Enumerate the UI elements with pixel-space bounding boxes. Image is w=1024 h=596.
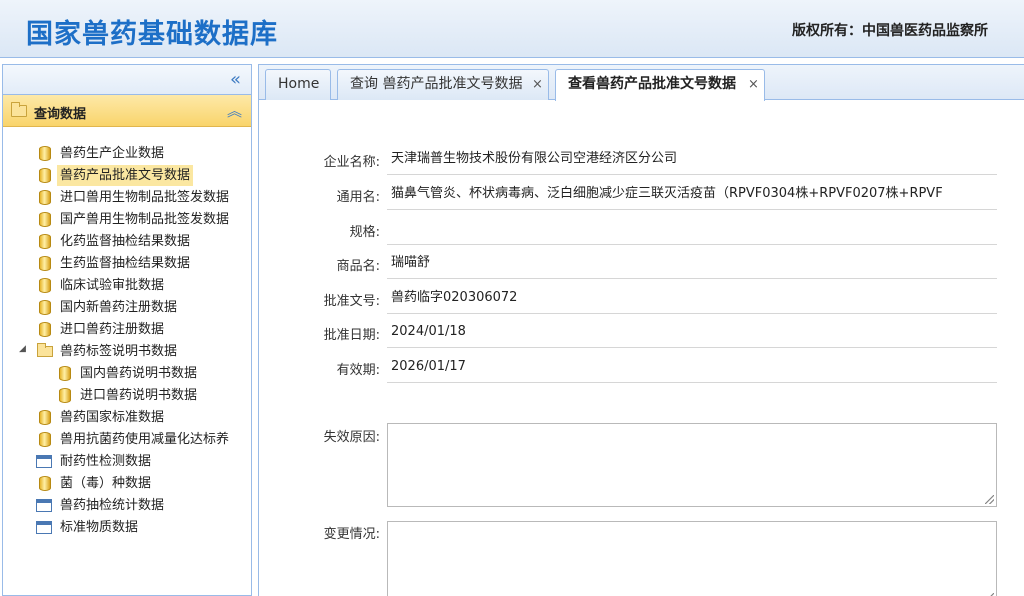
- sidebar: « 查询数据 ︽ 兽药生产企业数据兽药产品批准文号数据进口兽用生物制品批签发数据…: [2, 64, 252, 596]
- sidebar-item[interactable]: 进口兽用生物制品批签发数据: [3, 187, 251, 208]
- database-icon: [39, 190, 51, 205]
- field-value: 瑞喵舒: [387, 253, 997, 279]
- database-icon: [39, 476, 51, 491]
- form-icon: [36, 455, 52, 468]
- sidebar-item-label: 化药监督抽检结果数据: [60, 234, 191, 249]
- database-icon: [59, 388, 71, 403]
- sidebar-item[interactable]: 进口兽药说明书数据: [3, 385, 251, 406]
- sidebar-item-label: 兽药生产企业数据: [60, 146, 165, 161]
- sidebar-item[interactable]: 兽药产品批准文号数据: [3, 165, 251, 186]
- main-content: Home 查询 兽药产品批准文号数据 × 查看兽药产品批准文号数据 × 失效原因: 变更…: [258, 64, 1024, 596]
- folder-open-icon: [11, 102, 27, 117]
- database-icon: [39, 278, 51, 293]
- app-title: 国家兽药基础数据库: [26, 19, 278, 50]
- folder-icon: [37, 343, 53, 357]
- sidebar-item[interactable]: 生药监督抽检结果数据: [3, 253, 251, 274]
- sidebar-item-label: 进口兽药注册数据: [60, 322, 165, 337]
- database-icon: [59, 366, 71, 381]
- sidebar-item-label: 兽药标签说明书数据: [60, 344, 178, 359]
- sidebar-collapse-bar: «: [3, 65, 251, 95]
- tab-label: Home: [278, 76, 320, 92]
- field-value: 猫鼻气管炎、杯状病毒病、泛白细胞减少症三联灭活疫苗（RPVF0304株+RPVF…: [387, 184, 997, 210]
- sidebar-item[interactable]: 国产兽用生物制品批签发数据: [3, 209, 251, 230]
- section-title: 查询数据: [34, 107, 87, 122]
- sidebar-item-label: 进口兽药说明书数据: [80, 388, 198, 403]
- close-icon[interactable]: ×: [532, 70, 543, 99]
- sidebar-item-label: 兽用抗菌药使用减量化达标养: [60, 432, 230, 447]
- database-icon: [39, 234, 51, 249]
- tab-strip: Home 查询 兽药产品批准文号数据 × 查看兽药产品批准文号数据 ×: [259, 65, 1024, 101]
- invalid-reason-label: 失效原因:: [323, 430, 380, 445]
- sidebar-item-label: 进口兽用生物制品批签发数据: [60, 190, 230, 205]
- database-icon: [39, 256, 51, 271]
- app-header: 国家兽药基础数据库 版权所有：中国兽医药品监察所: [0, 0, 1024, 58]
- resize-grip-icon[interactable]: [985, 495, 994, 504]
- database-icon: [39, 212, 51, 227]
- tab[interactable]: Home: [265, 69, 331, 100]
- sidebar-item-label: 国内新兽药注册数据: [60, 300, 178, 315]
- sidebar-item-label: 兽药产品批准文号数据: [57, 165, 194, 186]
- sidebar-item[interactable]: 兽药抽检统计数据: [3, 495, 251, 516]
- field-label: 通用名:: [336, 190, 380, 205]
- tab[interactable]: 查询 兽药产品批准文号数据 ×: [337, 69, 549, 100]
- database-icon: [39, 168, 51, 183]
- tab-label: 查看兽药产品批准文号数据: [568, 76, 736, 92]
- database-icon: [39, 300, 51, 315]
- collapse-sidebar-icon[interactable]: «: [230, 69, 241, 90]
- expand-arrow-icon[interactable]: ◢: [19, 344, 26, 354]
- sidebar-item[interactable]: 兽药生产企业数据: [3, 143, 251, 164]
- field-label: 有效期:: [336, 363, 380, 378]
- sidebar-item[interactable]: 兽用抗菌药使用减量化达标养: [3, 429, 251, 450]
- sidebar-item[interactable]: ◢ 兽药标签说明书数据: [3, 341, 251, 362]
- sidebar-item-label: 国内兽药说明书数据: [80, 366, 198, 381]
- section-header-query-data[interactable]: 查询数据 ︽: [3, 95, 251, 127]
- sidebar-item-label: 兽药抽检统计数据: [60, 498, 165, 513]
- field-value: 兽药临字020306072: [387, 288, 997, 314]
- database-icon: [39, 322, 51, 337]
- sidebar-item-label: 兽药国家标准数据: [60, 410, 165, 425]
- sidebar-item-label: 生药监督抽检结果数据: [60, 256, 191, 271]
- sidebar-item[interactable]: 进口兽药注册数据: [3, 319, 251, 340]
- field-value: 2024/01/18: [387, 322, 997, 348]
- database-icon: [39, 432, 51, 447]
- invalid-reason-textarea[interactable]: [387, 423, 997, 507]
- form-icon: [36, 499, 52, 512]
- field-value: 2026/01/17: [387, 357, 997, 383]
- sidebar-item[interactable]: 耐药性检测数据: [3, 451, 251, 472]
- copyright-text: 版权所有：中国兽医药品监察所: [792, 23, 988, 39]
- database-icon: [39, 146, 51, 161]
- sidebar-item[interactable]: 临床试验审批数据: [3, 275, 251, 296]
- sidebar-item[interactable]: 标准物质数据: [3, 517, 251, 538]
- database-icon: [39, 410, 51, 425]
- sidebar-item-label: 国产兽用生物制品批签发数据: [60, 212, 230, 227]
- sidebar-item-label: 耐药性检测数据: [60, 454, 152, 469]
- field-value: [387, 219, 997, 245]
- field-label: 商品名:: [336, 259, 380, 274]
- sidebar-item[interactable]: 化药监督抽检结果数据: [3, 231, 251, 252]
- field-label: 企业名称:: [323, 155, 380, 170]
- sidebar-item[interactable]: 国内新兽药注册数据: [3, 297, 251, 318]
- change-textarea[interactable]: [387, 521, 997, 596]
- field-label: 批准文号:: [323, 294, 380, 309]
- sidebar-item[interactable]: 兽药国家标准数据: [3, 407, 251, 428]
- tab[interactable]: 查看兽药产品批准文号数据 ×: [555, 69, 765, 101]
- form-icon: [36, 521, 52, 534]
- field-value: 天津瑞普生物技术股份有限公司空港经济区分公司: [387, 149, 997, 175]
- sidebar-item-label: 临床试验审批数据: [60, 278, 165, 293]
- chevron-up-icon[interactable]: ︽: [227, 100, 242, 121]
- close-icon[interactable]: ×: [748, 70, 759, 99]
- field-label: 规格:: [349, 225, 380, 240]
- sidebar-item-label: 标准物质数据: [60, 520, 139, 535]
- sidebar-item-label: 菌（毒）种数据: [60, 476, 152, 491]
- detail-form: 失效原因: 变更情况: 企业名称: 天津瑞普生物技术股份有限公司空港经济区分公司通…: [259, 101, 1024, 596]
- field-label: 批准日期:: [323, 328, 380, 343]
- sidebar-item[interactable]: 菌（毒）种数据: [3, 473, 251, 494]
- tab-label: 查询 兽药产品批准文号数据: [350, 76, 523, 92]
- sidebar-item[interactable]: 国内兽药说明书数据: [3, 363, 251, 384]
- change-label: 变更情况:: [323, 527, 380, 542]
